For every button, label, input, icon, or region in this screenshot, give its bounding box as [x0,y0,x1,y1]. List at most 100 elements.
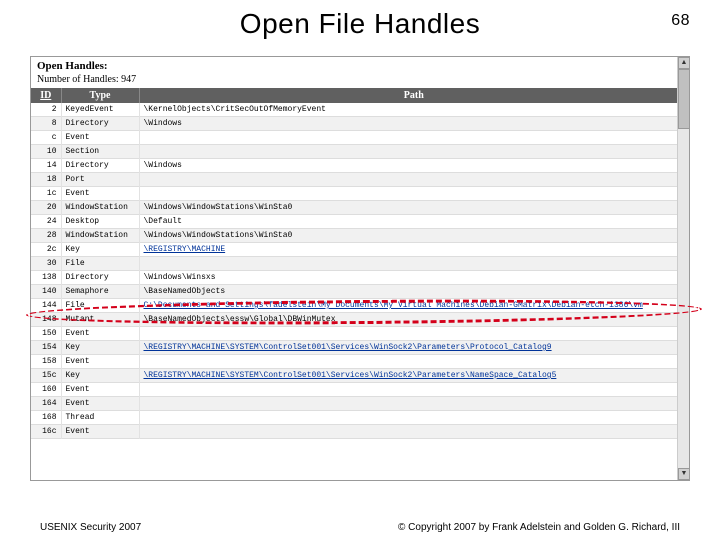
cell-type: File [61,257,139,271]
cell-id: 160 [31,383,61,397]
cell-path: \Windows\WindowStations\WinSta0 [139,229,689,243]
cell-path [139,145,689,159]
cell-type: Event [61,187,139,201]
cell-type: Thread [61,411,139,425]
cell-id: 10 [31,145,61,159]
cell-id: 140 [31,285,61,299]
table-row[interactable]: 144FileC:\Documents and Settings\fadelst… [31,299,689,313]
table-row[interactable]: 14Directory\Windows [31,159,689,173]
cell-type: Section [61,145,139,159]
table-row[interactable]: 158Event [31,355,689,369]
handles-table: ID Type Path 2KeyedEvent\KernelObjects\C… [31,88,689,439]
cell-type: Semaphore [61,285,139,299]
table-row[interactable]: 1cEvent [31,187,689,201]
cell-path: \REGISTRY\MACHINE\SYSTEM\ControlSet001\S… [139,341,689,355]
cell-path: \Windows\Winsxs [139,271,689,285]
table-row[interactable]: 150Event [31,327,689,341]
cell-type: WindowStation [61,201,139,215]
col-header-type[interactable]: Type [61,88,139,103]
table-row[interactable]: 24Desktop\Default [31,215,689,229]
cell-id: 138 [31,271,61,285]
cell-type: Event [61,425,139,439]
table-row[interactable]: 16cEvent [31,425,689,439]
slide-title: Open File Handles 68 [0,0,720,44]
slide-number: 68 [671,12,690,30]
table-row[interactable]: 168Thread [31,411,689,425]
cell-id: 158 [31,355,61,369]
cell-path [139,411,689,425]
table-row[interactable]: 2KeyedEvent\KernelObjects\CritSecOutOfMe… [31,103,689,117]
panel-heading-open-handles: Open Handles: [31,57,689,73]
cell-type: KeyedEvent [61,103,139,117]
path-link[interactable]: \REGISTRY\MACHINE\SYSTEM\ControlSet001\S… [144,343,552,352]
table-row[interactable]: cEvent [31,131,689,145]
cell-id: 168 [31,411,61,425]
col-header-id[interactable]: ID [31,88,61,103]
cell-id: 164 [31,397,61,411]
cell-id: 144 [31,299,61,313]
cell-id: 150 [31,327,61,341]
cell-path: \REGISTRY\MACHINE\SYSTEM\ControlSet001\S… [139,369,689,383]
table-header-row: ID Type Path [31,88,689,103]
cell-id: 1c [31,187,61,201]
cell-path: \Default [139,215,689,229]
cell-type: Mutant [61,313,139,327]
cell-id: 15c [31,369,61,383]
cell-id: 148 [31,313,61,327]
cell-path [139,187,689,201]
table-row[interactable]: 2cKey \REGISTRY\MACHINE [31,243,689,257]
table-row[interactable]: 160Event [31,383,689,397]
vertical-scrollbar[interactable]: ▲ ▼ [677,57,689,480]
table-row[interactable]: 10Section [31,145,689,159]
path-link[interactable]: \REGISTRY\MACHINE\SYSTEM\ControlSet001\S… [144,371,557,380]
table-row[interactable]: 20WindowStation\Windows\WindowStations\W… [31,201,689,215]
cell-type: Event [61,397,139,411]
cell-type: Event [61,355,139,369]
cell-id: 20 [31,201,61,215]
cell-id: 8 [31,117,61,131]
cell-path [139,131,689,145]
cell-id: 16c [31,425,61,439]
cell-path: \Windows [139,159,689,173]
cell-path [139,355,689,369]
col-header-path[interactable]: Path [139,88,689,103]
cell-path: C:\Documents and Settings\fadelstein\My … [139,299,689,313]
table-row[interactable]: 15cKey\REGISTRY\MACHINE\SYSTEM\ControlSe… [31,369,689,383]
table-row[interactable]: 8Directory\Windows [31,117,689,131]
cell-path: \REGISTRY\MACHINE [139,243,689,257]
footer-left: USENIX Security 2007 [40,522,141,533]
cell-id: 2 [31,103,61,117]
table-row[interactable]: 28WindowStation\Windows\WindowStations\W… [31,229,689,243]
cell-path [139,173,689,187]
cell-type: Directory [61,117,139,131]
cell-type: Event [61,131,139,145]
path-link[interactable]: \REGISTRY\MACHINE [144,245,226,254]
cell-id: c [31,131,61,145]
cell-id: 30 [31,257,61,271]
table-row[interactable]: 164Event [31,397,689,411]
path-link[interactable]: C:\Documents and Settings\fadelstein\My … [144,301,643,310]
scroll-up-button[interactable]: ▲ [678,57,690,69]
cell-type: Event [61,383,139,397]
cell-id: 2c [31,243,61,257]
cell-type: Directory [61,159,139,173]
table-row[interactable]: 18Port [31,173,689,187]
cell-type: Desktop [61,215,139,229]
table-row[interactable]: 154Key\REGISTRY\MACHINE\SYSTEM\ControlSe… [31,341,689,355]
cell-path [139,383,689,397]
handle-count-label: Number of Handles: 947 [31,73,689,88]
cell-type: Port [61,173,139,187]
cell-id: 28 [31,229,61,243]
cell-type: Key [61,243,139,257]
table-row[interactable]: 138Directory\Windows\Winsxs [31,271,689,285]
cell-path [139,327,689,341]
cell-path [139,397,689,411]
table-row[interactable]: 30File [31,257,689,271]
scroll-thumb[interactable] [678,69,690,129]
cell-path: \BaseNamedObjects [139,285,689,299]
slide-title-text: Open File Handles [240,8,480,39]
scroll-down-button[interactable]: ▼ [678,468,690,480]
table-row[interactable]: 140Semaphore\BaseNamedObjects [31,285,689,299]
table-row[interactable]: 148Mutant\BaseNamedObjects\essw\Global\D… [31,313,689,327]
cell-id: 18 [31,173,61,187]
